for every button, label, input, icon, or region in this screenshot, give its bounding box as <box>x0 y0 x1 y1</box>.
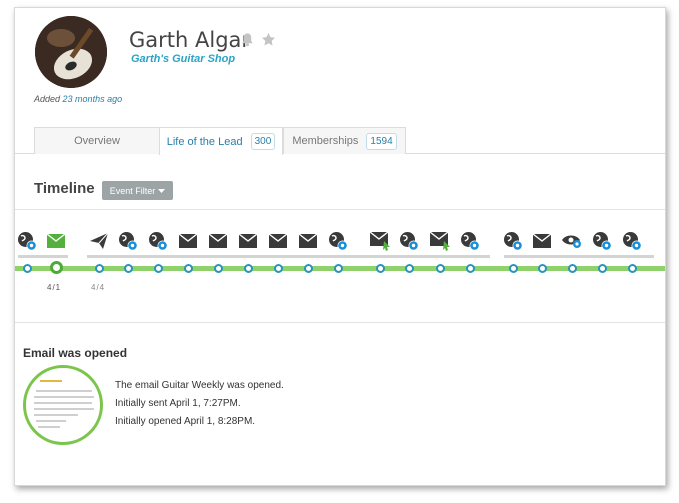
timeline-node[interactable] <box>243 264 253 273</box>
chrome-browser-icon[interactable] <box>591 230 613 252</box>
tab-count-badge: 1594 <box>366 132 397 150</box>
timeline-node[interactable] <box>537 264 547 273</box>
timeline-node-selected[interactable] <box>49 261 63 274</box>
added-date: Added 23 months ago <box>34 94 122 104</box>
event-detail-title: Email was opened <box>23 346 128 360</box>
tab-label: Life of the Lead <box>166 135 243 148</box>
chrome-browser-icon[interactable] <box>621 230 643 252</box>
event-detail-text: The email Guitar Weekly was opened. Init… <box>115 377 284 431</box>
chrome-browser-icon[interactable] <box>117 230 139 252</box>
timeline-group-line <box>504 255 654 258</box>
timeline-node[interactable] <box>597 264 607 273</box>
timeline-node[interactable] <box>303 264 313 273</box>
chrome-browser-icon[interactable] <box>398 230 420 252</box>
timeline-node[interactable] <box>627 264 637 273</box>
timeline-date-label: 4/4 <box>91 283 106 292</box>
timeline-node[interactable] <box>435 264 445 273</box>
email-click-icon[interactable] <box>429 230 451 252</box>
tab-overview[interactable]: Overview <box>34 127 160 154</box>
email-icon[interactable] <box>237 230 259 252</box>
timeline-node[interactable] <box>508 264 518 273</box>
star-icon[interactable] <box>261 32 276 52</box>
event-filter-button[interactable]: Event Filter <box>102 181 173 200</box>
send-icon[interactable] <box>88 230 110 252</box>
chrome-browser-icon[interactable] <box>502 230 524 252</box>
bell-icon[interactable] <box>240 32 255 52</box>
timeline-node[interactable] <box>333 264 343 273</box>
contact-card: Added 23 months ago Garth Algar Garth's … <box>14 7 666 486</box>
timeline-node[interactable] <box>183 264 193 273</box>
email-icon[interactable] <box>267 230 289 252</box>
email-click-icon[interactable] <box>369 230 391 252</box>
event-detail-line: Initially opened April 1, 8:28PM. <box>115 416 256 427</box>
event-filter-label: Event Filter <box>109 185 156 196</box>
chrome-browser-icon[interactable] <box>459 230 481 252</box>
added-label: Added <box>34 94 61 104</box>
guitar-photo-icon <box>35 16 107 88</box>
chrome-browser-icon[interactable] <box>327 230 349 252</box>
timeline-node[interactable] <box>567 264 577 273</box>
timeline-group-line <box>18 255 68 258</box>
avatar <box>35 16 107 88</box>
added-ago: 23 months ago <box>62 94 123 104</box>
chrome-browser-icon[interactable] <box>16 230 38 252</box>
event-detail-line: Initially sent April 1, 7:27PM. <box>115 398 241 409</box>
email-icon[interactable] <box>177 230 199 252</box>
view-icon[interactable] <box>561 230 583 252</box>
event-detail-line: The email Guitar Weekly was opened. <box>115 380 284 391</box>
email-icon[interactable] <box>207 230 229 252</box>
timeline-title: Timeline <box>34 180 95 197</box>
timeline-node[interactable] <box>153 264 163 273</box>
section-divider <box>15 209 665 210</box>
contact-name: Garth Algar <box>129 28 251 52</box>
tab-memberships[interactable]: Memberships 1594 <box>283 127 406 154</box>
timeline-node[interactable] <box>273 264 283 273</box>
timeline-node[interactable] <box>375 264 385 273</box>
timeline-node[interactable] <box>465 264 475 273</box>
company-link[interactable]: Garth's Guitar Shop <box>131 53 235 65</box>
caret-down-icon <box>158 186 166 196</box>
timeline-node[interactable] <box>22 264 32 273</box>
email-icon[interactable] <box>297 230 319 252</box>
timeline-node[interactable] <box>123 264 133 273</box>
tab-label: Memberships <box>292 135 359 147</box>
chrome-browser-icon[interactable] <box>147 230 169 252</box>
timeline-group-line <box>87 255 490 258</box>
section-divider <box>15 322 665 323</box>
timeline-node[interactable] <box>404 264 414 273</box>
email-icon[interactable] <box>45 230 67 252</box>
timeline-date-label: 4/1 <box>47 283 62 292</box>
tab-life-of-the-lead[interactable]: Life of the Lead 300 <box>159 127 283 155</box>
email-icon[interactable] <box>531 230 553 252</box>
tab-count-badge: 300 <box>250 133 276 150</box>
timeline-node[interactable] <box>213 264 223 273</box>
timeline-node[interactable] <box>94 264 104 273</box>
email-preview-thumbnail[interactable] <box>23 365 103 445</box>
tab-label: Overview <box>74 135 120 147</box>
